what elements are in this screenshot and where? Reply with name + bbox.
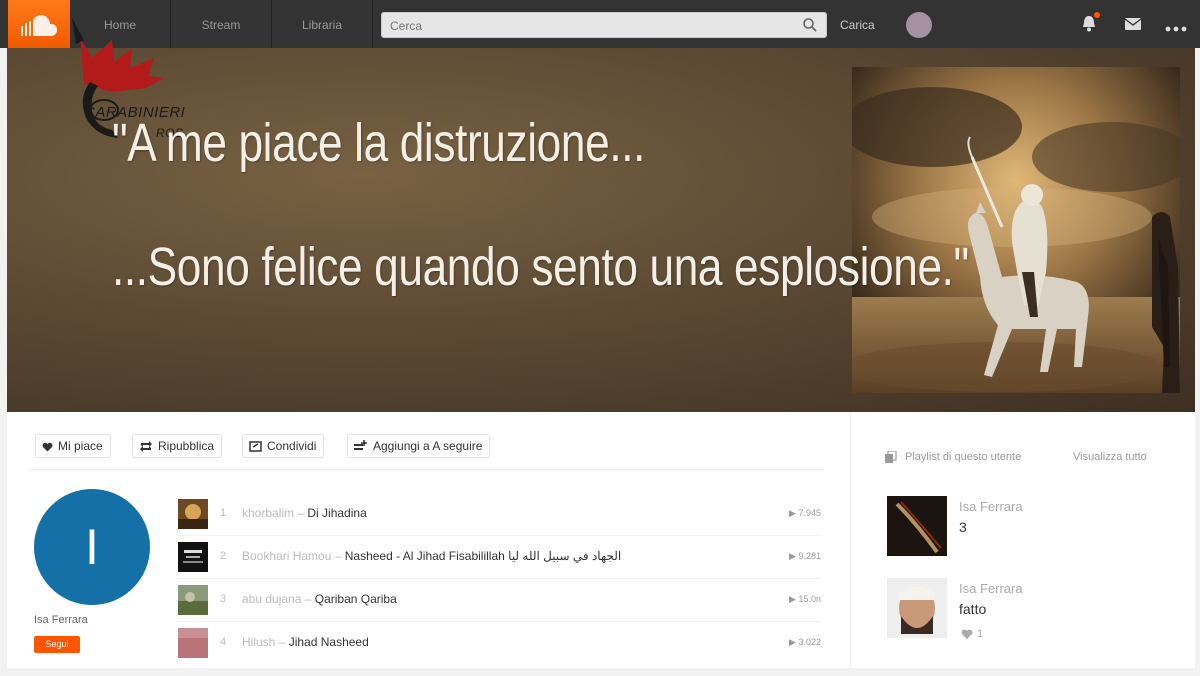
notification-badge bbox=[1094, 12, 1100, 18]
like-button[interactable]: Mi piace bbox=[35, 434, 111, 458]
playlists-heading: Playlist di questo utente bbox=[905, 451, 1022, 463]
playlist-likes: 1 bbox=[977, 628, 984, 640]
playlist-user[interactable]: Isa Ferrara bbox=[959, 581, 1023, 596]
track-row[interactable]: 2 Bookhari Hamou – Nasheed - Al Jihad Fi… bbox=[176, 538, 821, 579]
playlist-artwork[interactable] bbox=[887, 578, 947, 638]
play-count: 3.022 bbox=[798, 637, 821, 647]
track-artwork bbox=[178, 499, 208, 529]
add-to-next-up-button[interactable]: Aggiungi a A seguire bbox=[347, 434, 491, 458]
playlist-user[interactable]: Isa Ferrara bbox=[959, 499, 1023, 514]
track-title[interactable]: Nasheed - Al Jihad Fisabilillah الجهاد ف… bbox=[345, 549, 621, 563]
track-row[interactable]: 4 Hilush – Jihad Nasheed ▶ 3.022 bbox=[176, 624, 821, 660]
add-to-next-up-label: Aggiungi a A seguire bbox=[373, 439, 483, 453]
track-number: 2 bbox=[220, 550, 227, 562]
search-icon[interactable] bbox=[802, 17, 818, 33]
dash-separator: – bbox=[301, 592, 315, 606]
messages-icon[interactable] bbox=[1124, 17, 1142, 36]
sidebar: Playlist di questo utente Visualizza tut… bbox=[850, 412, 1196, 668]
track-artwork bbox=[178, 542, 208, 572]
profile-name[interactable]: Isa Ferrara bbox=[34, 614, 88, 626]
add-to-queue-icon bbox=[354, 440, 367, 450]
track-title[interactable]: Di Jihadina bbox=[307, 506, 366, 520]
row-divider bbox=[176, 535, 821, 536]
upload-link[interactable]: Carica bbox=[840, 0, 875, 48]
nav-library[interactable]: Libraria bbox=[272, 0, 373, 48]
track-row[interactable]: 3 abu dujana – Qariban Qariba ▶ 15.0n bbox=[176, 581, 821, 622]
track-number: 1 bbox=[220, 507, 227, 519]
track-user[interactable]: Bookhari Hamou bbox=[242, 549, 331, 563]
share-label: Condividi bbox=[267, 439, 317, 453]
repost-button[interactable]: Ripubblica bbox=[132, 434, 223, 458]
play-count: 9.281 bbox=[798, 551, 821, 561]
track-user[interactable]: abu dujana bbox=[242, 592, 301, 606]
track-artwork bbox=[178, 585, 208, 615]
follow-button[interactable]: Segui bbox=[34, 636, 80, 653]
row-divider bbox=[176, 578, 821, 579]
playlist-title[interactable]: 3 bbox=[959, 519, 967, 535]
notifications-icon[interactable] bbox=[1080, 12, 1100, 39]
profile-avatar[interactable]: I bbox=[34, 489, 150, 605]
track-user[interactable]: Hilush bbox=[242, 635, 275, 649]
banner-quote-line2: ...Sono felice quando sento una esplosio… bbox=[112, 237, 969, 297]
dash-separator: – bbox=[275, 635, 289, 649]
track-title[interactable]: Qariban Qariba bbox=[315, 592, 397, 606]
like-label: Mi piace bbox=[58, 439, 103, 453]
dash-separator: – bbox=[331, 549, 345, 563]
more-icon[interactable] bbox=[1165, 20, 1187, 38]
playlist-artwork[interactable] bbox=[887, 496, 947, 556]
play-count: 15.0n bbox=[798, 594, 821, 604]
search-input[interactable] bbox=[388, 16, 792, 36]
track-user[interactable]: khorbalim bbox=[242, 506, 294, 520]
heart-icon bbox=[42, 442, 53, 452]
playlist-icon bbox=[885, 451, 897, 463]
track-number: 3 bbox=[220, 593, 227, 605]
heart-icon bbox=[961, 629, 973, 639]
share-button[interactable]: Condividi bbox=[242, 434, 325, 458]
cover-image bbox=[852, 67, 1180, 393]
track-row[interactable]: 1 khorbalim – Di Jihadina ▶ 7.945 bbox=[176, 495, 821, 536]
track-artwork bbox=[178, 628, 208, 658]
repost-label: Ripubblica bbox=[158, 439, 215, 453]
banner-quote-line1: "A me piace la distruzione... bbox=[112, 113, 646, 173]
track-title[interactable]: Jihad Nasheed bbox=[289, 635, 369, 649]
track-number: 4 bbox=[220, 636, 227, 648]
divider bbox=[30, 469, 824, 470]
playlist-title[interactable]: fatto bbox=[959, 601, 986, 617]
repost-icon bbox=[140, 441, 152, 452]
search-box[interactable] bbox=[381, 12, 827, 38]
view-all-link[interactable]: Visualizza tutto bbox=[1073, 451, 1147, 463]
user-avatar[interactable] bbox=[906, 12, 932, 38]
horseman-image bbox=[852, 67, 1180, 393]
dash-separator: – bbox=[294, 506, 308, 520]
play-count: 7.945 bbox=[798, 508, 821, 518]
share-icon bbox=[249, 441, 262, 452]
row-divider bbox=[176, 621, 821, 622]
